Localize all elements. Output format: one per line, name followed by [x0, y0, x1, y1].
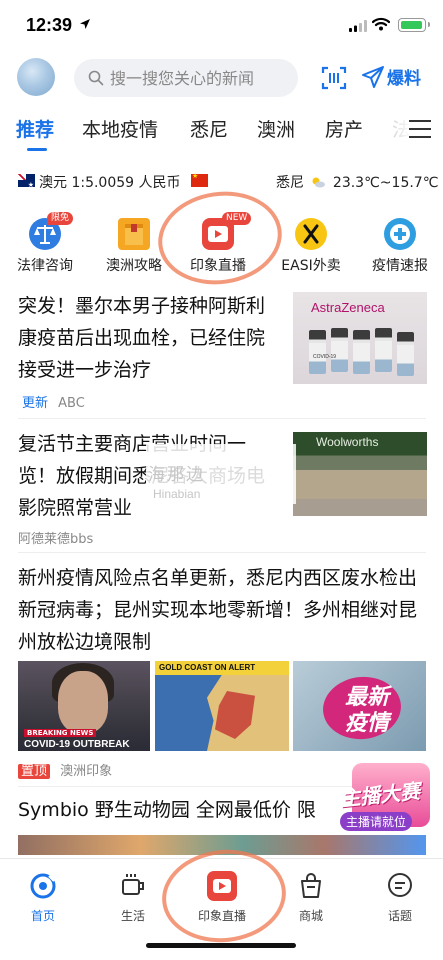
medical-cross-icon — [384, 218, 416, 250]
article-title: 新州疫情风险点名单更新，悉尼内西区废水检出新冠病毒；昆州实现本地零新增！多州相继… — [18, 567, 418, 653]
china-flag-icon — [191, 172, 208, 187]
update-tag: 更新 — [22, 396, 49, 411]
watermark-subtext: Hinabian — [153, 487, 201, 501]
search-input[interactable] — [110, 66, 290, 90]
nav-label: 商城 — [298, 909, 323, 923]
quick-link-label: EASI外卖 — [281, 258, 341, 274]
tab-recommend[interactable]: 推荐 — [16, 115, 54, 142]
nav-label: 首页 — [30, 909, 55, 923]
menu-icon[interactable] — [409, 119, 431, 139]
quick-link-label: 澳洲攻略 — [106, 258, 162, 274]
wifi-icon — [372, 17, 390, 31]
shopping-bag-icon — [296, 871, 326, 901]
vaccine-vial-image — [397, 332, 414, 376]
avatar[interactable] — [17, 58, 55, 96]
quick-link-label: 法律咨询 — [17, 258, 73, 274]
cellular-signal-icon — [349, 20, 367, 32]
pinned-tag: 置顶 — [18, 764, 51, 779]
nav-home[interactable]: 首页 — [8, 871, 78, 924]
vaccine-vial-image — [309, 330, 326, 374]
status-time: 12:39 — [26, 15, 73, 35]
article-image[interactable]: 最新 疫情 — [293, 661, 426, 751]
article-source: 澳洲印象 — [60, 764, 113, 779]
paper-plane-icon — [362, 65, 384, 88]
coffee-cup-icon — [118, 871, 148, 901]
battery-icon — [398, 18, 430, 32]
nav-label: 话题 — [387, 909, 412, 923]
article-source: 阿德莱德bbs — [18, 532, 94, 547]
vial-label: COVID-19 — [313, 354, 337, 360]
location-arrow-icon — [80, 19, 90, 29]
active-tab-indicator — [27, 148, 47, 151]
divider — [18, 552, 426, 553]
australia-flag-icon — [18, 174, 35, 189]
woolworths-sign: Woolworths — [316, 435, 379, 449]
chat-bubble-icon — [385, 871, 415, 901]
tab-property[interactable]: 房产 — [325, 115, 363, 142]
weather-temperature: 23.3℃~15.7℃ — [332, 175, 439, 191]
search-bar[interactable] — [74, 59, 298, 97]
partly-cloudy-icon — [312, 177, 326, 188]
article-item[interactable]: 突发！墨尔本男子接种阿斯利康疫苗后出现血栓，已经住院接受进一步治疗 — [18, 290, 280, 386]
header: 爆料 — [0, 58, 443, 98]
article-image[interactable]: GOLD COAST ON ALERT — [155, 661, 289, 751]
guide-book-icon — [118, 218, 150, 250]
portrait-face — [58, 671, 108, 733]
banner-subtitle: 主播请就位 — [340, 812, 413, 831]
article-thumbnail[interactable]: Woolworths — [293, 432, 427, 516]
scan-icon[interactable] — [321, 66, 347, 90]
search-icon — [88, 70, 104, 86]
weather-city: 悉尼 — [276, 175, 304, 191]
nav-mall[interactable]: 商城 — [276, 871, 346, 924]
quick-link-food[interactable]: EASI外卖 — [276, 218, 346, 275]
nav-life[interactable]: 生活 — [98, 871, 168, 924]
divider — [18, 418, 426, 419]
weather-widget[interactable]: 悉尼 23.3℃~15.7℃ — [276, 172, 438, 192]
tab-australia[interactable]: 澳洲 — [257, 115, 295, 142]
gold-coast-caption: GOLD COAST ON ALERT — [155, 661, 289, 675]
article-thumbnail[interactable]: AstraZeneca COVID-19 — [293, 292, 427, 384]
article-item[interactable]: 新州疫情风险点名单更新，悉尼内西区废水检出新冠病毒；昆州实现本地零新增！多州相继… — [18, 562, 426, 658]
tab-sydney[interactable]: 悉尼 — [190, 115, 228, 142]
report-news-label: 爆料 — [387, 69, 421, 89]
astrazeneca-logo: AstraZeneca — [311, 300, 385, 315]
vaccine-vial-image — [375, 328, 392, 372]
food-delivery-icon — [295, 218, 327, 250]
article-meta: 置顶 澳洲印象 — [18, 760, 112, 779]
quick-link-legal[interactable]: 限免 法律咨询 — [10, 212, 80, 275]
vaccine-vial-image — [331, 328, 348, 372]
article-title: 突发！墨尔本男子接种阿斯利康疫苗后出现血栓，已经住院接受进一步治疗 — [18, 295, 266, 381]
article-source: ABC — [58, 396, 85, 411]
article-image[interactable]: BREAKING NEWS COVID-19 OUTBREAK — [18, 661, 150, 751]
breaking-news-label: BREAKING NEWS — [24, 729, 97, 737]
status-bar: 12:39 — [0, 0, 443, 50]
category-tabs: 推荐 本地疫情 悉尼 澳洲 房产 法 — [0, 109, 443, 155]
report-news-button[interactable]: 爆料 — [361, 64, 421, 89]
info-bar: 澳元 1:5.0059 人民币 悉尼 23.3℃~15.7℃ — [0, 172, 443, 192]
covid-outbreak-caption: COVID-19 OUTBREAK — [24, 739, 130, 750]
live-contest-banner[interactable]: 主播大赛 主播请就位 — [338, 757, 438, 835]
nav-topics[interactable]: 话题 — [365, 871, 435, 924]
article-meta: 更新 ABC — [22, 392, 85, 411]
article-meta: 阿德莱德bbs — [18, 528, 93, 547]
quick-link-epidemic[interactable]: 疫情速报 — [365, 218, 435, 275]
home-indicator — [146, 943, 296, 948]
watermark-text: 海那边 — [148, 465, 205, 485]
tab-local-epidemic[interactable]: 本地疫情 — [82, 115, 158, 142]
epidemic-caption: 疫情 — [345, 711, 390, 736]
exchange-rate[interactable]: 澳元 1:5.0059 人民币 — [39, 172, 181, 192]
home-icon — [28, 871, 58, 901]
vaccine-vial-image — [353, 330, 370, 374]
nav-label: 生活 — [120, 909, 145, 923]
quick-link-label: 疫情速报 — [372, 258, 428, 274]
free-badge: 限免 — [47, 212, 74, 225]
scales-icon: 限免 — [29, 212, 74, 250]
